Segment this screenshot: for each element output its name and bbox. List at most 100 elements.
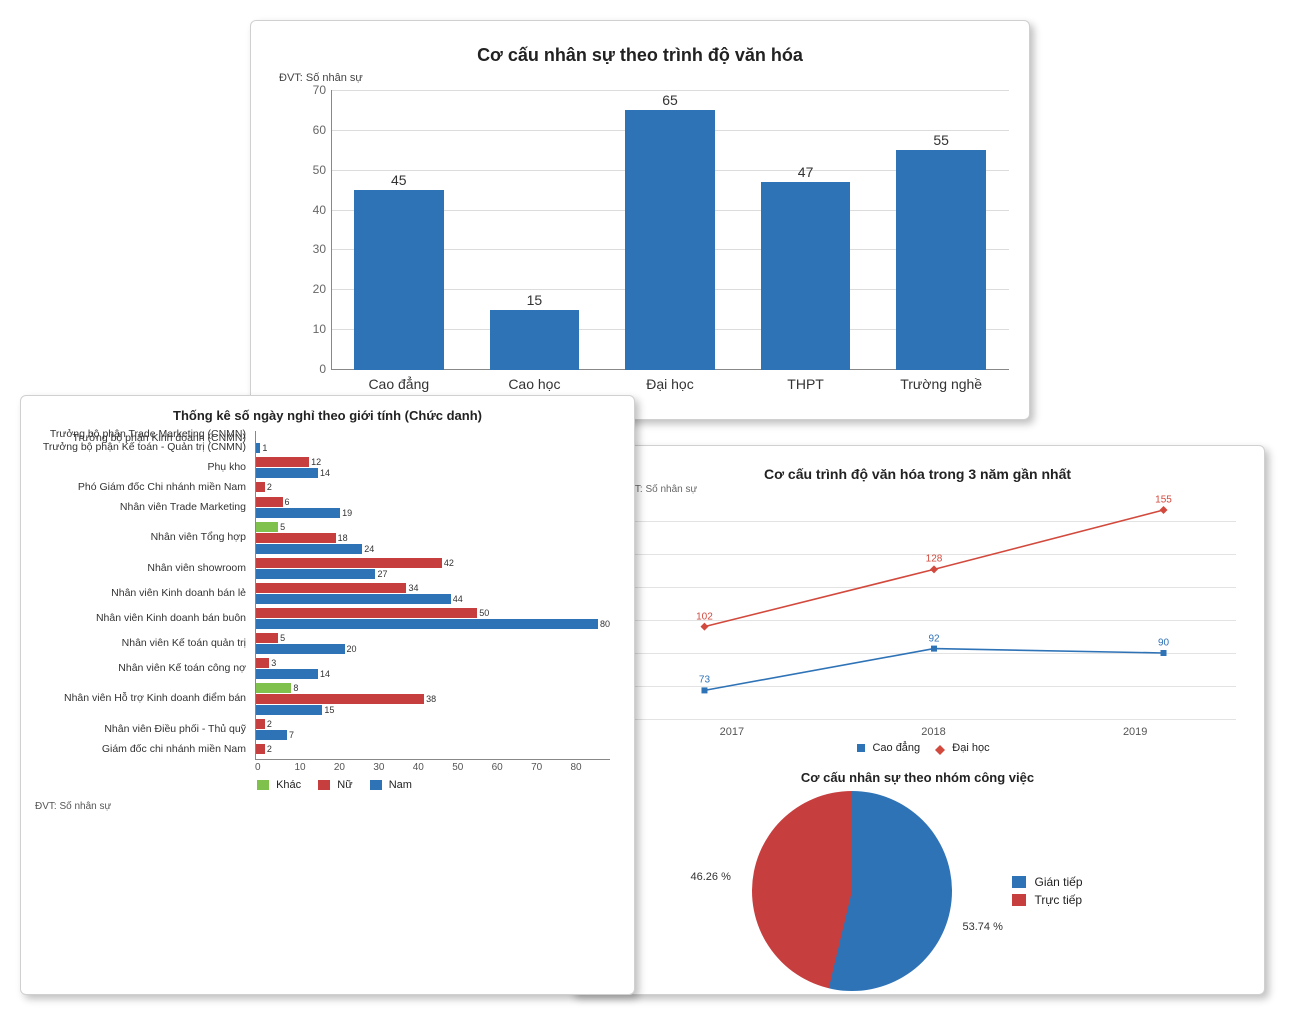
legend-swatch-nu bbox=[318, 780, 330, 790]
hbar-category-label: Nhân viên Kế toán quản trị bbox=[32, 638, 246, 650]
hbar-category-label: Nhân viên Kinh doanh bán buôn bbox=[32, 613, 246, 625]
hbar-bar: 34 bbox=[256, 583, 610, 593]
x-tick: 50 bbox=[452, 762, 491, 773]
hbar-value-label: 15 bbox=[324, 705, 334, 715]
hbar-category-label: Nhân viên Hỗ trợ Kinh doanh điểm bán bbox=[32, 693, 246, 705]
panel-right-combo: Cơ cấu trình độ văn hóa trong 3 năm gần … bbox=[570, 445, 1265, 995]
leave-hbar-xaxis: 01020304050607080 bbox=[255, 762, 610, 773]
education-bar-unit: ĐVT: Số nhân sự bbox=[279, 72, 1009, 84]
hbar-value-label: 44 bbox=[453, 594, 463, 604]
legend-marker-daihoc bbox=[935, 740, 945, 750]
hbar-value-label: 18 bbox=[338, 533, 348, 543]
hbar-bar: 2 bbox=[256, 719, 610, 729]
hbar-row: Nhân viên Trade Marketing619 bbox=[256, 497, 610, 518]
hbar-value-label: 5 bbox=[280, 633, 285, 643]
bar-slot: 55 bbox=[873, 132, 1009, 370]
hbar-value-label: 19 bbox=[342, 508, 352, 518]
x-category: THPT bbox=[738, 376, 874, 392]
hbar-bar: 18 bbox=[256, 533, 610, 543]
hbar-bar: 2 bbox=[256, 482, 610, 492]
line-point-label: 128 bbox=[926, 554, 943, 565]
hbar-bar: 12 bbox=[256, 457, 610, 467]
line-point-label: 73 bbox=[699, 675, 710, 686]
hbar-row: Nhân viên showroom4227 bbox=[256, 558, 610, 579]
hbar-category-label: Nhân viên Kinh doanh bán lẻ bbox=[32, 588, 246, 600]
line-chart-title: Cơ cấu trình độ văn hóa trong 3 năm gần … bbox=[589, 466, 1246, 482]
hbar-bar: 42 bbox=[256, 558, 610, 568]
hbar-category-label: Giám đốc chi nhánh miền Nam bbox=[32, 744, 246, 756]
bar-value-label: 55 bbox=[933, 132, 949, 148]
hbar-bar: 8 bbox=[256, 683, 610, 693]
pie-label-tructiep: 46.26 % bbox=[690, 871, 730, 883]
legend-label-khac: Khác bbox=[276, 779, 301, 791]
hbar-category-label: Trưởng bộ phận Kế toán - Quản trị (CNMN) bbox=[32, 442, 246, 454]
hbar-category-label: Nhân viên Trade Marketing bbox=[32, 502, 246, 514]
bar-slot: 65 bbox=[602, 92, 738, 370]
hbar-bar: 15 bbox=[256, 705, 610, 715]
hbar-bar: 50 bbox=[256, 608, 610, 618]
bar bbox=[625, 110, 714, 370]
panel-education-bar: Cơ cấu nhân sự theo trình độ văn hóa ĐVT… bbox=[250, 20, 1030, 420]
bar-value-label: 65 bbox=[662, 92, 678, 108]
bar-value-label: 15 bbox=[527, 292, 543, 308]
hbar-category-label: Nhân viên showroom bbox=[32, 563, 246, 575]
line-point-label: 155 bbox=[1155, 495, 1172, 506]
hbar-category-label: Phụ kho bbox=[32, 462, 246, 474]
bar-value-label: 45 bbox=[391, 172, 407, 188]
hbar-category-label: Nhân viên Điều phối - Thủ quỹ bbox=[32, 724, 246, 736]
leave-hbar-legend: Khác Nữ Nam bbox=[35, 779, 620, 791]
x-category: Cao đẳng bbox=[331, 376, 467, 392]
hbar-bar: 20 bbox=[256, 644, 610, 654]
hbar-row: Nhân viên Tổng hợp51824 bbox=[256, 522, 610, 554]
hbar-bar: 7 bbox=[256, 730, 610, 740]
hbar-bar: 14 bbox=[256, 669, 610, 679]
legend-label-nu: Nữ bbox=[337, 779, 352, 791]
hbar-value-label: 20 bbox=[347, 644, 357, 654]
hbar-bar: 38 bbox=[256, 694, 610, 704]
pie-legend: Gián tiếp Trực tiếp bbox=[1012, 871, 1082, 911]
line-chart-xaxis: 201720182019 bbox=[631, 726, 1236, 738]
legend-label-daihoc: Đại học bbox=[952, 742, 989, 754]
hbar-value-label: 38 bbox=[426, 694, 436, 704]
hbar-category-label: Nhân viên Kế toán công nợ bbox=[32, 663, 246, 675]
bar-value-label: 47 bbox=[798, 164, 814, 180]
y-tick: 10 bbox=[296, 322, 326, 336]
y-tick: 0 bbox=[296, 362, 326, 376]
education-bar-title: Cơ cấu nhân sự theo trình độ văn hóa bbox=[271, 45, 1009, 66]
leave-hbar-unit: ĐVT: Số nhân sự bbox=[35, 801, 620, 812]
line-chart-plot: 607590105120135150739290102128155 bbox=[631, 499, 1236, 720]
hbar-bar: 5 bbox=[256, 522, 610, 532]
pie-chart-wrap: 53.74 % 46.26 % Gián tiếp Trực tiếp bbox=[589, 791, 1246, 991]
x-tick: 2019 bbox=[1034, 726, 1236, 738]
x-tick: 20 bbox=[334, 762, 373, 773]
bar bbox=[490, 310, 579, 370]
hbar-value-label: 2 bbox=[267, 482, 272, 492]
legend-label-caodang: Cao đẳng bbox=[872, 742, 920, 754]
hbar-row: Trưởng bộ phận Kế toán - Quản trị (CNMN)… bbox=[256, 443, 610, 453]
y-tick: 60 bbox=[296, 123, 326, 137]
hbar-value-label: 14 bbox=[320, 468, 330, 478]
leave-hbar-title: Thống kê số ngày nghỉ theo giới tính (Ch… bbox=[35, 408, 620, 423]
education-bar-plot: 010203040506070 4515654755 bbox=[331, 90, 1009, 370]
hbar-value-label: 7 bbox=[289, 730, 294, 740]
y-tick: 20 bbox=[296, 282, 326, 296]
bar-slot: 15 bbox=[467, 292, 603, 370]
x-tick: 80 bbox=[571, 762, 610, 773]
hbar-bar: 24 bbox=[256, 544, 610, 554]
x-category: Cao học bbox=[467, 376, 603, 392]
x-tick: 40 bbox=[413, 762, 452, 773]
hbar-row: Nhân viên Kế toán quản trị520 bbox=[256, 633, 610, 654]
hbar-value-label: 3 bbox=[271, 658, 276, 668]
pie-chart-title: Cơ cấu nhân sự theo nhóm công việc bbox=[589, 770, 1246, 785]
hbar-value-label: 6 bbox=[285, 497, 290, 507]
legend-swatch-nam bbox=[370, 780, 382, 790]
bar bbox=[354, 190, 443, 370]
hbar-row: Giám đốc chi nhánh miền Nam2 bbox=[256, 744, 610, 755]
x-tick: 10 bbox=[294, 762, 333, 773]
x-tick: 30 bbox=[373, 762, 412, 773]
hbar-bar: 5 bbox=[256, 633, 610, 643]
legend-swatch-khac bbox=[257, 780, 269, 790]
legend-label-nam: Nam bbox=[389, 779, 412, 791]
y-tick: 70 bbox=[296, 83, 326, 97]
hbar-bar: 19 bbox=[256, 508, 610, 518]
